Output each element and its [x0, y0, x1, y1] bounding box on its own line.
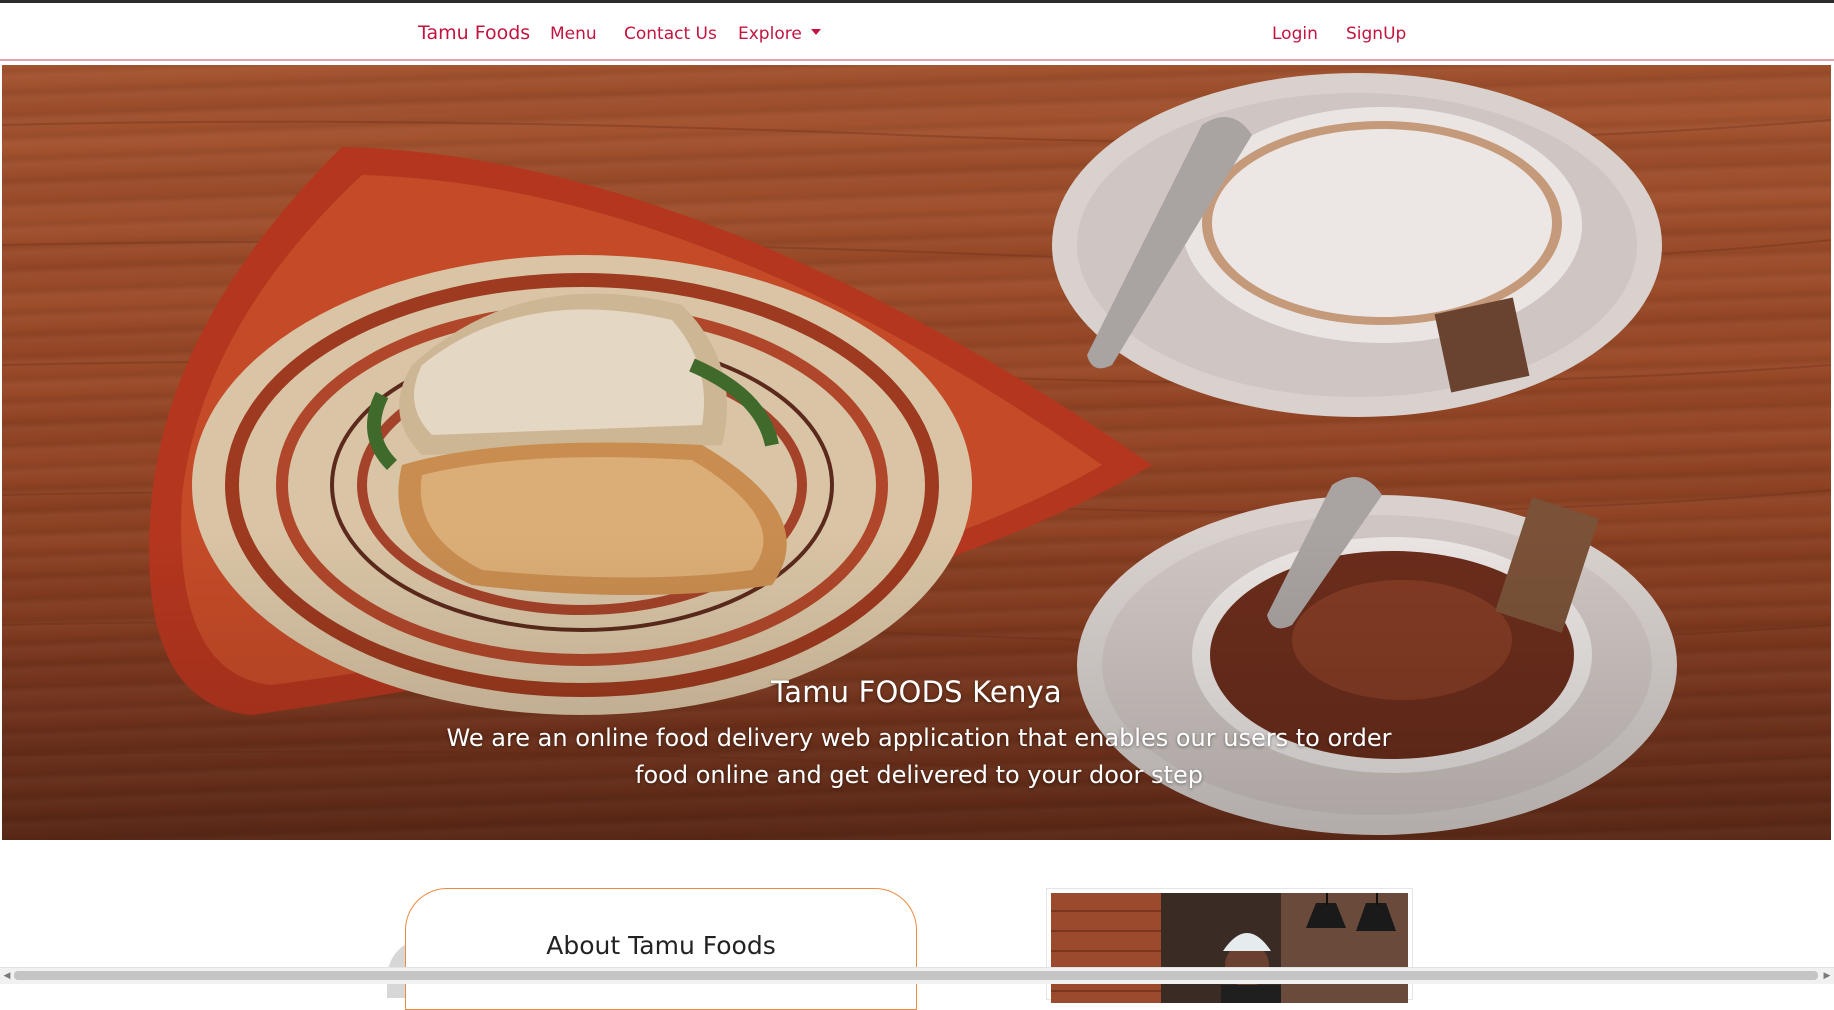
delivery-person-image	[1051, 893, 1408, 1003]
nav-link-contact[interactable]: Contact Us	[624, 23, 717, 45]
hero-title: Tamu FOODS Kenya	[771, 675, 1062, 709]
delivery-photo	[1051, 893, 1408, 1003]
hero-banner: Tamu FOODS Kenya We are an online food d…	[2, 65, 1831, 840]
nav-explore-label: Explore	[738, 24, 802, 44]
horizontal-scrollbar-thumb[interactable]	[14, 971, 1818, 980]
scroll-left-arrow-icon[interactable]: ◀	[2, 971, 12, 981]
brand-link[interactable]: Tamu Foods	[418, 22, 530, 44]
hero-description: We are an online food delivery web appli…	[446, 724, 1392, 789]
scroll-right-arrow-icon[interactable]: ▶	[1822, 971, 1832, 981]
about-card: About Tamu Foods	[405, 888, 917, 1010]
navbar: Tamu Foods Menu Contact Us Explore Login…	[0, 3, 1834, 61]
nav-link-menu[interactable]: Menu	[550, 23, 597, 45]
about-title: About Tamu Foods	[546, 931, 776, 960]
caret-down-icon	[810, 29, 821, 35]
nav-link-login[interactable]: Login	[1272, 23, 1318, 45]
nav-link-signup[interactable]: SignUp	[1346, 23, 1406, 45]
nav-dropdown-explore[interactable]: Explore	[738, 23, 821, 45]
horizontal-scrollbar[interactable]: ◀ ▶	[0, 967, 1834, 984]
